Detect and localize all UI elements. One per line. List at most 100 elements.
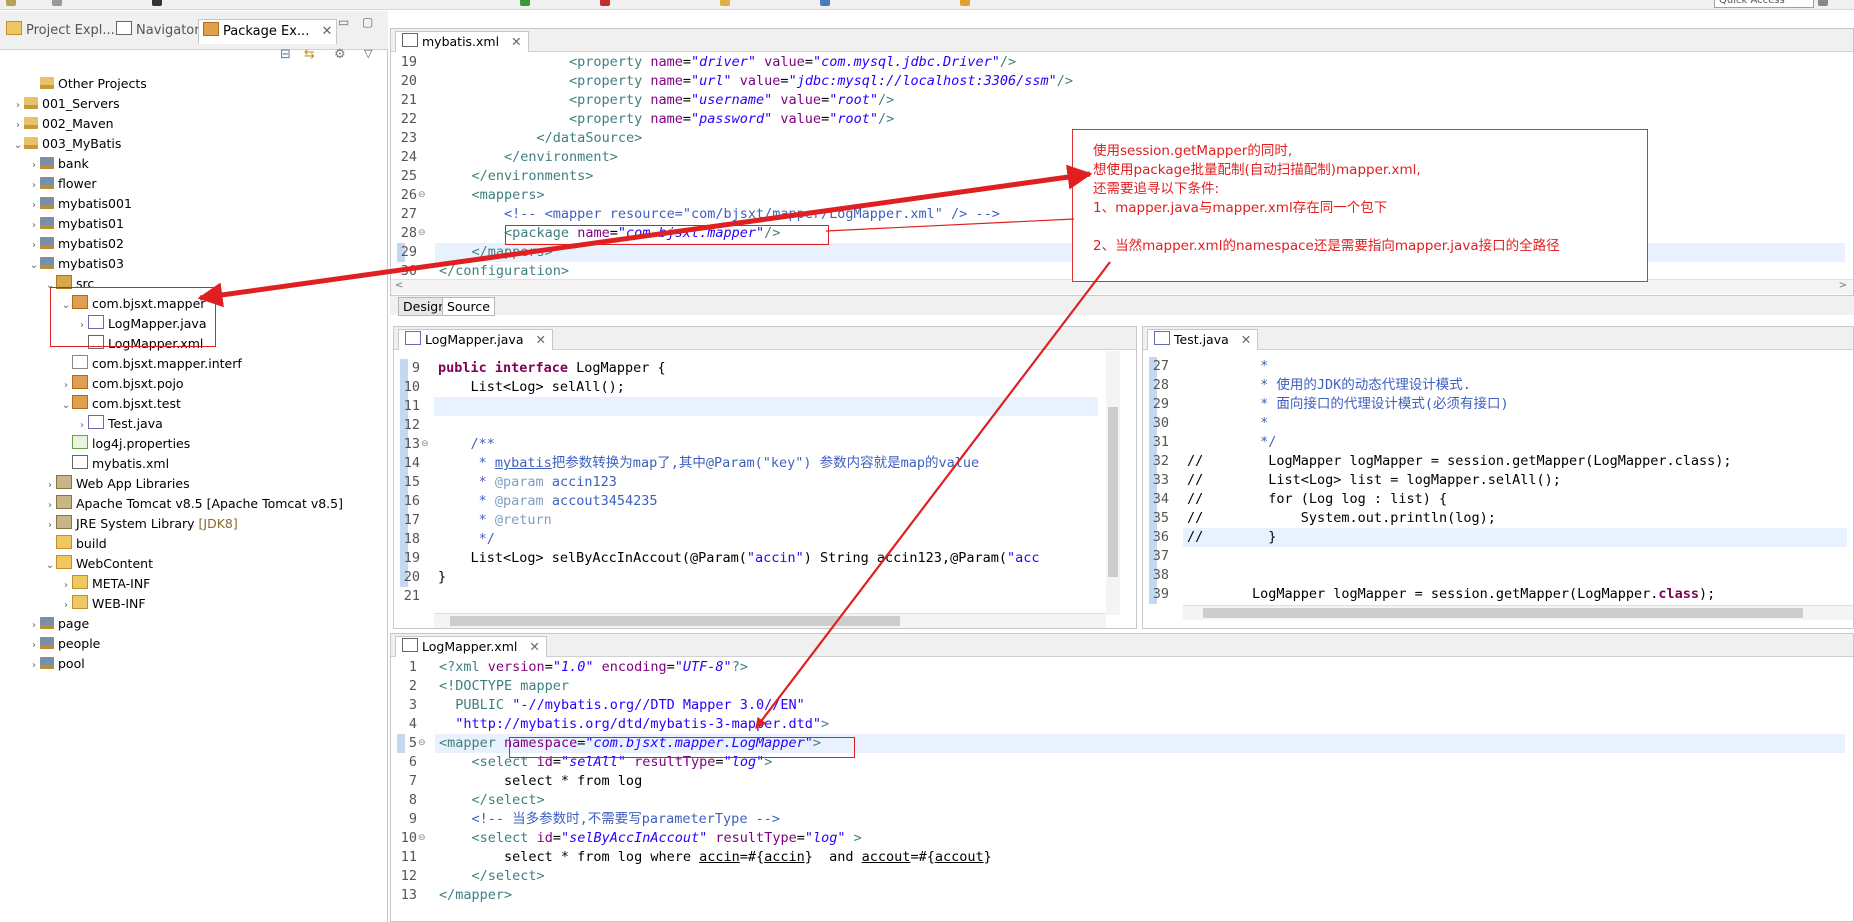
- fold-icon[interactable]: ⊖: [418, 734, 426, 753]
- tree-item[interactable]: ⌄ WebContent: [44, 554, 153, 574]
- chevron-right-icon[interactable]: ›: [28, 176, 40, 196]
- tab-logmapper-java[interactable]: LogMapper.java ✕: [398, 329, 553, 350]
- chevron-right-icon[interactable]: ›: [28, 636, 40, 656]
- code-line: LogMapper logMapper = session.getMapper(…: [1187, 586, 1716, 602]
- quick-access-input[interactable]: Quick Access: [1714, 0, 1814, 8]
- chevron-down-icon[interactable]: ⌄: [28, 256, 40, 276]
- tree-item[interactable]: ⌄ 003_MyBatis: [12, 134, 122, 156]
- chevron-right-icon[interactable]: ›: [60, 596, 72, 616]
- tree-item[interactable]: › bank: [28, 154, 89, 174]
- tab-navigator[interactable]: Navigator: [116, 19, 200, 43]
- chevron-down-icon[interactable]: ⌄: [44, 556, 56, 576]
- line-number: 12: [403, 417, 420, 433]
- scroll-right-icon[interactable]: >: [1839, 280, 1847, 291]
- line-number: 5: [408, 735, 417, 751]
- scroll-thumb[interactable]: [1203, 608, 1803, 618]
- tab-project-explorer[interactable]: Project Expl...: [6, 19, 115, 43]
- tree-item[interactable]: ⌄ com.bjsxt.test: [60, 394, 181, 414]
- chevron-right-icon[interactable]: ›: [12, 96, 24, 116]
- chevron-right-icon[interactable]: ›: [28, 656, 40, 676]
- chevron-right-icon[interactable]: ›: [44, 476, 56, 496]
- new-icon[interactable]: [6, 0, 16, 6]
- tab-logmapper-xml[interactable]: LogMapper.xml ✕: [395, 636, 547, 657]
- tab-test-java[interactable]: Test.java ✕: [1147, 329, 1259, 350]
- tree-item[interactable]: mybatis.xml: [60, 454, 169, 474]
- chevron-right-icon[interactable]: ›: [44, 496, 56, 516]
- horizontal-scrollbar[interactable]: [1183, 605, 1853, 620]
- tree-item[interactable]: › com.bjsxt.pojo: [60, 374, 184, 394]
- scroll-thumb[interactable]: [1108, 407, 1118, 577]
- fold-icon[interactable]: ⊖: [418, 224, 426, 243]
- filters-icon[interactable]: ⚙: [334, 47, 346, 62]
- save-icon[interactable]: [52, 0, 62, 6]
- chevron-right-icon[interactable]: ›: [28, 156, 40, 176]
- chevron-right-icon[interactable]: ›: [60, 376, 72, 396]
- chevron-right-icon[interactable]: ›: [44, 516, 56, 536]
- tree-item[interactable]: › mybatis001: [28, 194, 132, 214]
- close-icon[interactable]: ✕: [321, 24, 332, 39]
- close-icon[interactable]: ✕: [1241, 332, 1251, 347]
- run-icon[interactable]: [520, 0, 530, 6]
- annotation-line: 1、mapper.java与mapper.xml存在同一个包下: [1093, 200, 1388, 216]
- tree-item[interactable]: › Web App Libraries: [44, 474, 190, 494]
- tree-item[interactable]: › Apache Tomcat v8.5 [Apache Tomcat v8.5]: [44, 494, 343, 514]
- tree-item[interactable]: › 002_Maven: [12, 114, 114, 134]
- chevron-right-icon[interactable]: ›: [76, 416, 88, 436]
- link-with-editor-icon[interactable]: ⇆: [304, 47, 315, 62]
- chevron-down-icon[interactable]: ⌄: [12, 136, 24, 156]
- tree-item[interactable]: › META-INF: [60, 574, 150, 594]
- fold-icon[interactable]: ⊖: [421, 435, 429, 454]
- close-icon[interactable]: ✕: [529, 639, 539, 654]
- tree-item[interactable]: ⌄ mybatis03: [28, 254, 124, 274]
- server-icon[interactable]: [600, 0, 610, 6]
- chevron-right-icon[interactable]: ›: [12, 116, 24, 136]
- scroll-left-icon[interactable]: <: [395, 280, 403, 291]
- chevron-right-icon[interactable]: ›: [60, 576, 72, 596]
- tree-item[interactable]: build: [44, 534, 107, 554]
- close-icon[interactable]: ✕: [535, 332, 545, 347]
- tree-item[interactable]: com.bjsxt.mapper.interf: [60, 354, 242, 374]
- tree-item[interactable]: › page: [28, 614, 89, 634]
- tab-source[interactable]: Source: [442, 297, 495, 316]
- tree-item[interactable]: › mybatis02: [28, 234, 124, 254]
- vertical-scrollbar[interactable]: [1106, 351, 1120, 615]
- line-number: 7: [408, 773, 417, 789]
- tree-item[interactable]: › 001_Servers: [12, 94, 120, 114]
- tree-item[interactable]: › flower: [28, 174, 97, 194]
- chevron-down-icon[interactable]: ⌄: [60, 396, 72, 416]
- chevron-right-icon[interactable]: ›: [28, 616, 40, 636]
- tree-item[interactable]: log4j.properties: [60, 434, 190, 454]
- tab-mybatis-xml[interactable]: mybatis.xml ✕: [395, 31, 529, 52]
- java-project-icon: [40, 217, 54, 229]
- code-line: // List<Log> list = logMapper.selAll();: [1187, 472, 1561, 488]
- tree-item[interactable]: › pool: [28, 654, 85, 674]
- minimize-icon[interactable]: ▭: [338, 15, 349, 29]
- chevron-right-icon[interactable]: ›: [28, 196, 40, 216]
- line-number: 27: [400, 206, 417, 222]
- navigate-back-icon[interactable]: [960, 0, 970, 6]
- perspective-icon[interactable]: [1818, 0, 1828, 6]
- chevron-right-icon[interactable]: ›: [28, 216, 40, 236]
- tab-package-explorer[interactable]: Package Ex... ✕: [198, 19, 338, 44]
- scroll-thumb[interactable]: [450, 616, 900, 626]
- debug-icon[interactable]: [152, 0, 162, 6]
- close-icon[interactable]: ✕: [511, 34, 521, 49]
- tree-item[interactable]: › mybatis01: [28, 214, 124, 234]
- tree-item[interactable]: › WEB-INF: [60, 594, 146, 614]
- code-line: select * from log where accin=#{accin} a…: [439, 849, 992, 865]
- java-file-icon: [405, 331, 421, 345]
- open-type-icon[interactable]: [720, 0, 730, 6]
- maximize-icon[interactable]: ▢: [362, 15, 373, 29]
- fold-icon[interactable]: ⊖: [418, 829, 426, 848]
- tree-item[interactable]: › people: [28, 634, 100, 654]
- horizontal-scrollbar[interactable]: [434, 613, 1106, 628]
- tree-item-label: 002_Maven: [42, 116, 114, 131]
- tree-item[interactable]: › JRE System Library [JDK8]: [44, 514, 238, 534]
- tree-item[interactable]: › Test.java: [76, 414, 163, 434]
- tree-item[interactable]: Other Projects: [28, 74, 147, 94]
- chevron-right-icon[interactable]: ›: [28, 236, 40, 256]
- view-menu-icon[interactable]: ▽: [364, 47, 372, 60]
- fold-icon[interactable]: ⊖: [418, 186, 426, 205]
- search-icon[interactable]: [820, 0, 830, 6]
- collapse-all-icon[interactable]: ⊟: [280, 47, 291, 62]
